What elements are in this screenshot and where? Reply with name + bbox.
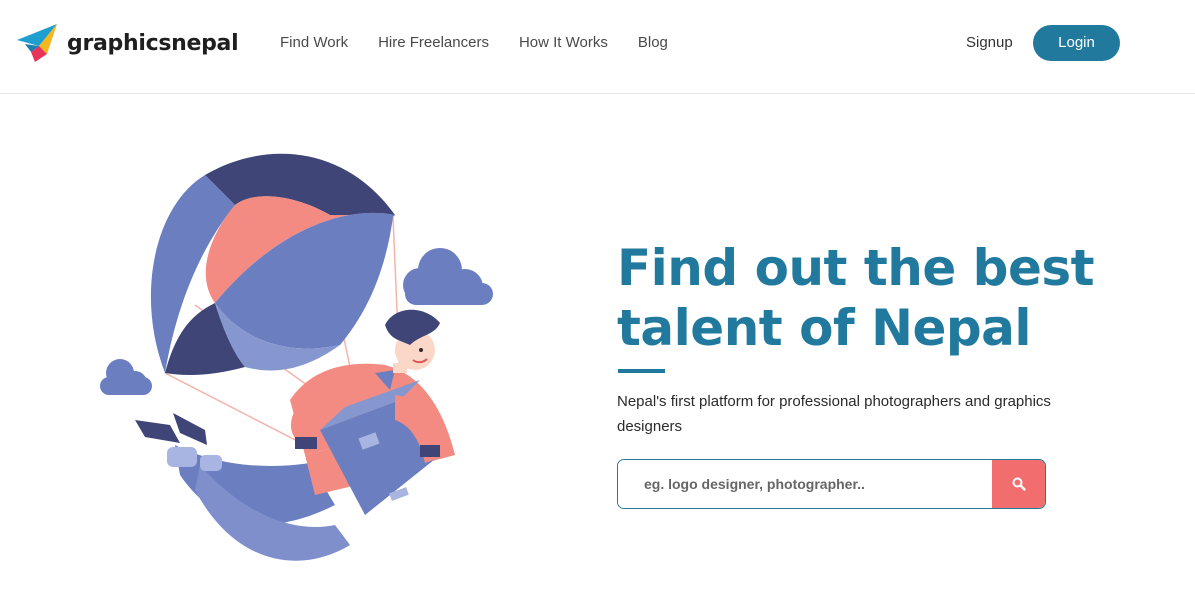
search-bar	[617, 459, 1046, 509]
cloud-left	[100, 359, 152, 395]
title-underline	[618, 369, 665, 373]
login-button[interactable]: Login	[1033, 25, 1120, 61]
nav-link-blog[interactable]: Blog	[638, 33, 668, 53]
signup-link[interactable]: Signup	[966, 33, 1013, 53]
hero-title-line-2: talent of Nepal	[617, 299, 1032, 357]
nav-link-find-work[interactable]: Find Work	[280, 33, 348, 53]
search-icon	[1012, 477, 1026, 491]
search-input[interactable]	[618, 460, 992, 508]
hero-title: Find out the best talent of Nepal	[617, 238, 1157, 358]
hero-illustration	[95, 145, 505, 575]
parachute-delivery-illustration	[100, 153, 493, 561]
nav-link-hire-freelancers[interactable]: Hire Freelancers	[378, 33, 489, 53]
main-nav: Find Work Hire Freelancers How It Works …	[280, 33, 698, 53]
paper-plane-logo-icon	[17, 24, 57, 62]
hero-subtitle: Nepal's first platform for professional …	[617, 393, 1051, 435]
search-button[interactable]	[992, 460, 1045, 508]
nav-link-how-it-works[interactable]: How It Works	[519, 33, 608, 53]
parachute-canopy	[150, 153, 395, 375]
navbar: graphicsnepal Find Work Hire Freelancers…	[0, 0, 1195, 94]
brand-name: graphicsnepal	[67, 30, 239, 56]
person-head	[385, 309, 440, 373]
brand[interactable]: graphicsnepal	[17, 22, 239, 64]
hero-title-line-1: Find out the best	[617, 239, 1095, 297]
cloud-right	[403, 248, 493, 305]
